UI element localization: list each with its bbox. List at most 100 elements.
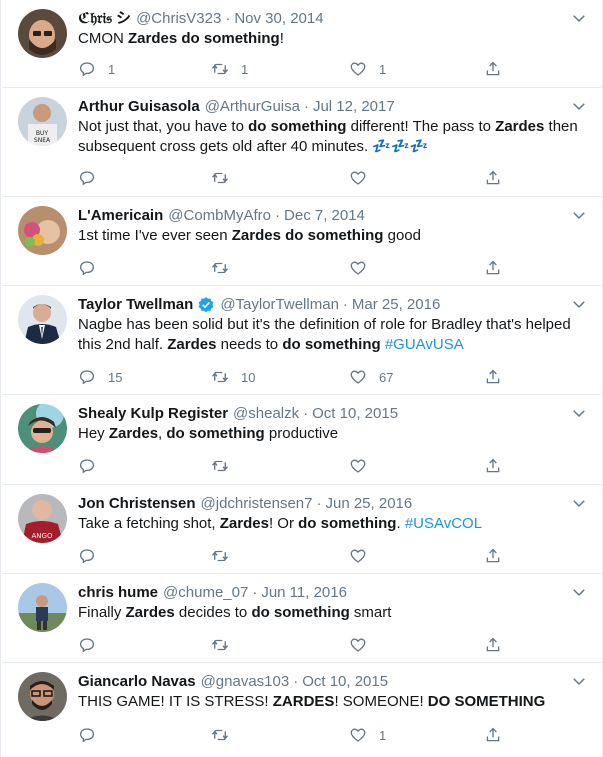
highlight-keyword: Zardes bbox=[219, 515, 269, 532]
text-segment: ! Or bbox=[268, 515, 299, 532]
user-handle[interactable]: @CombMyAfro bbox=[168, 206, 271, 226]
like-button[interactable]: 67 bbox=[349, 367, 393, 387]
reply-button[interactable] bbox=[78, 725, 108, 745]
display-name[interactable]: Arthur Guisasola bbox=[78, 97, 200, 117]
reply-button[interactable]: 1 bbox=[78, 59, 115, 79]
tweet-actions bbox=[78, 546, 508, 566]
like-button[interactable] bbox=[349, 168, 379, 188]
display-name[interactable]: Giancarlo Navas bbox=[78, 672, 196, 692]
avatar[interactable] bbox=[18, 404, 67, 453]
tweet-text: Take a fetching shot, Zardes! Or do some… bbox=[78, 514, 588, 534]
avatar[interactable] bbox=[18, 295, 67, 344]
tweet[interactable]: Taylor Twellman @TaylorTwellman · Mar 25… bbox=[2, 286, 602, 395]
reply-button[interactable] bbox=[78, 635, 108, 655]
chevron-down-icon[interactable] bbox=[570, 295, 588, 313]
text-segment: . bbox=[396, 515, 405, 532]
tweet-date[interactable]: Mar 25, 2016 bbox=[352, 295, 440, 315]
retweet-button[interactable] bbox=[211, 258, 241, 278]
like-button[interactable]: 1 bbox=[349, 725, 386, 745]
tweet-text: CMON Zardes do something! bbox=[78, 29, 588, 49]
separator-dot: · bbox=[252, 584, 258, 601]
chevron-down-icon[interactable] bbox=[570, 672, 588, 690]
like-button[interactable] bbox=[349, 546, 379, 566]
text-segment: Take a fetching shot, bbox=[78, 515, 220, 532]
share-button[interactable] bbox=[484, 635, 502, 655]
avatar[interactable]: BUY SNEA bbox=[18, 97, 67, 146]
display-name[interactable]: ℭ𝔥𝔯𝔦𝔰 シ bbox=[78, 9, 131, 29]
like-button[interactable]: 1 bbox=[349, 59, 386, 79]
chevron-down-icon[interactable] bbox=[570, 206, 588, 224]
retweet-button[interactable] bbox=[211, 635, 241, 655]
reply-button[interactable] bbox=[78, 168, 108, 188]
tweet[interactable]: ℭ𝔥𝔯𝔦𝔰 シ @ChrisV323 · Nov 30, 2014 CMON Z… bbox=[2, 0, 602, 88]
display-name[interactable]: Taylor Twellman bbox=[78, 295, 193, 315]
display-name[interactable]: Jon Christensen bbox=[78, 494, 196, 514]
share-button[interactable] bbox=[484, 59, 502, 79]
reply-button[interactable]: 15 bbox=[78, 367, 122, 387]
speech-bubble-icon bbox=[78, 457, 96, 475]
like-button[interactable] bbox=[349, 635, 379, 655]
share-button[interactable] bbox=[484, 367, 502, 387]
display-name[interactable]: chris hume bbox=[78, 583, 158, 603]
tweet-date[interactable]: Oct 10, 2015 bbox=[302, 672, 388, 692]
avatar[interactable] bbox=[18, 672, 67, 721]
tweet-date[interactable]: Jun 25, 2016 bbox=[325, 494, 412, 514]
avatar[interactable] bbox=[18, 583, 67, 632]
share-button[interactable] bbox=[484, 725, 502, 745]
reply-button[interactable] bbox=[78, 456, 108, 476]
share-button[interactable] bbox=[484, 546, 502, 566]
user-handle[interactable]: @ArthurGuisa bbox=[205, 97, 300, 117]
reply-button[interactable] bbox=[78, 546, 108, 566]
hashtag-link[interactable]: #GUAvUSA bbox=[385, 336, 464, 353]
tweet[interactable]: chris hume @chume_07 · Jun 11, 2016 Fina… bbox=[2, 574, 602, 663]
tweet-date[interactable]: Nov 30, 2014 bbox=[234, 9, 323, 29]
speech-bubble-icon bbox=[78, 636, 96, 654]
svg-text:SNEA: SNEA bbox=[34, 137, 51, 144]
chevron-down-icon[interactable] bbox=[570, 9, 588, 27]
display-name[interactable]: Shealy Kulp Register bbox=[78, 404, 228, 424]
tweet-date[interactable]: Jun 11, 2016 bbox=[261, 583, 347, 603]
tweet-date[interactable]: Oct 10, 2015 bbox=[312, 404, 398, 424]
tweet[interactable]: BUY SNEA Arthur Guisasola @ArthurGuisa · … bbox=[2, 88, 602, 197]
tweet[interactable]: Giancarlo Navas @gnavas103 · Oct 10, 201… bbox=[2, 663, 602, 757]
text-segment: Hey bbox=[78, 425, 109, 442]
svg-text:BUY: BUY bbox=[36, 130, 49, 137]
chevron-down-icon[interactable] bbox=[570, 404, 588, 422]
retweet-button[interactable]: 10 bbox=[211, 367, 255, 387]
chevron-down-icon[interactable] bbox=[570, 583, 588, 601]
tweet-date[interactable]: Jul 12, 2017 bbox=[313, 97, 395, 117]
share-button[interactable] bbox=[484, 456, 502, 476]
share-button[interactable] bbox=[484, 258, 502, 278]
user-handle[interactable]: @TaylorTwellman bbox=[220, 295, 339, 315]
like-button[interactable] bbox=[349, 456, 379, 476]
share-button[interactable] bbox=[484, 168, 502, 188]
reply-button[interactable] bbox=[78, 258, 108, 278]
share-upload-icon bbox=[484, 169, 502, 187]
user-handle[interactable]: @shealzk bbox=[233, 404, 299, 424]
like-button[interactable] bbox=[349, 258, 379, 278]
speech-bubble-icon bbox=[78, 726, 96, 744]
hashtag-link[interactable]: #USAvCOL bbox=[405, 515, 482, 532]
highlight-keyword: Zardes do something bbox=[128, 30, 280, 47]
avatar[interactable] bbox=[18, 206, 67, 255]
user-handle[interactable]: @ChrisV323 bbox=[136, 9, 221, 29]
retweet-button[interactable] bbox=[211, 546, 241, 566]
tweet[interactable]: L'Americain @CombMyAfro · Dec 7, 2014 1s… bbox=[2, 197, 602, 286]
tweet[interactable]: ANGO Jon Christensen @jdchristensen7 · J… bbox=[2, 485, 602, 574]
chevron-down-icon[interactable] bbox=[570, 97, 588, 115]
retweet-button[interactable]: 1 bbox=[211, 59, 248, 79]
display-name[interactable]: L'Americain bbox=[78, 206, 163, 226]
avatar[interactable]: ANGO bbox=[18, 494, 67, 543]
heart-icon bbox=[349, 636, 367, 654]
user-handle[interactable]: @chume_07 bbox=[163, 583, 248, 603]
tweet-date[interactable]: Dec 7, 2014 bbox=[284, 206, 365, 226]
user-handle[interactable]: @jdchristensen7 bbox=[201, 494, 313, 514]
avatar[interactable] bbox=[18, 9, 67, 58]
retweet-button[interactable] bbox=[211, 725, 241, 745]
retweet-button[interactable] bbox=[211, 456, 241, 476]
chevron-down-icon[interactable] bbox=[570, 494, 588, 512]
speech-bubble-icon bbox=[78, 547, 96, 565]
retweet-button[interactable] bbox=[211, 168, 241, 188]
tweet[interactable]: Shealy Kulp Register @shealzk · Oct 10, … bbox=[2, 395, 602, 485]
user-handle[interactable]: @gnavas103 bbox=[201, 672, 290, 692]
